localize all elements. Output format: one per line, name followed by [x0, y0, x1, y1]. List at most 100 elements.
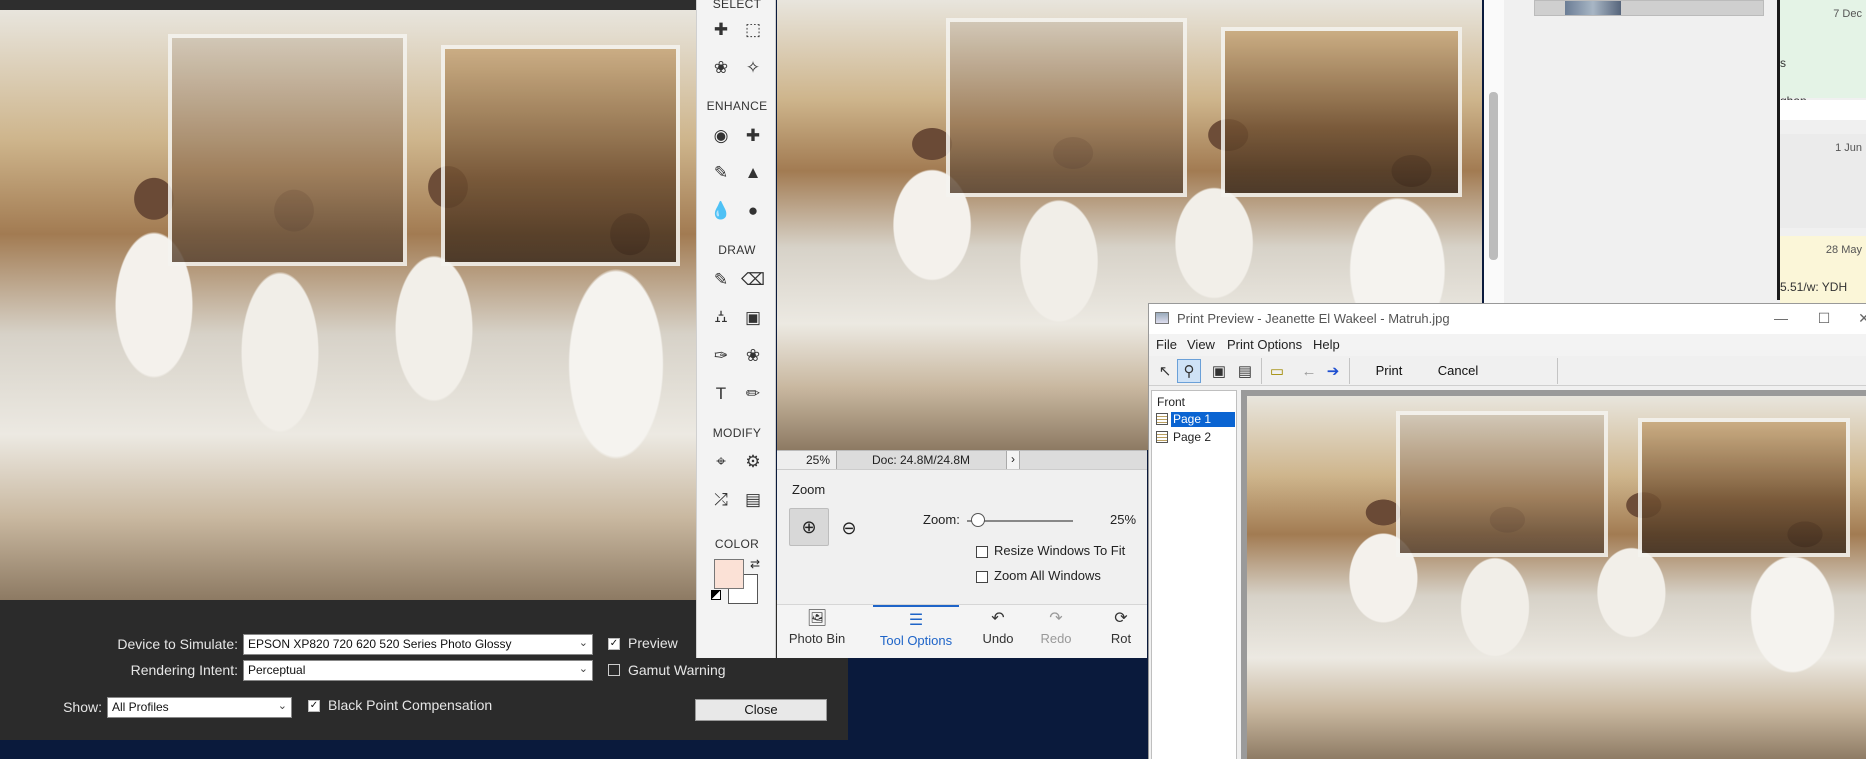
photo-bin-button[interactable]: 🖼 Photo Bin	[777, 605, 857, 659]
undo-label: Undo	[982, 631, 1014, 646]
fit-page-icon[interactable]: ▣	[1207, 359, 1231, 383]
status-zoom[interactable]: 25%	[777, 451, 837, 469]
calendar-cell[interactable]: 7 Dec s ghan	[1780, 0, 1866, 108]
undo-icon: ↶	[991, 610, 1005, 627]
preview-photo	[1247, 396, 1866, 759]
healing-brush-icon[interactable]: ✚	[739, 122, 767, 150]
device-value: EPSON XP820 720 620 520 Series Photo Glo…	[248, 637, 512, 651]
page-icon	[1156, 413, 1168, 425]
crop-tool-icon[interactable]: ⌖	[707, 448, 735, 476]
preview-toolbar: ↖ ⚲ ▣ ▤ ▭ ← ➔ Print Cancel	[1149, 356, 1866, 386]
next-page-icon[interactable]: ➔	[1321, 359, 1345, 383]
page-setup-icon[interactable]: ▭	[1265, 359, 1289, 383]
toolbar-separator	[1349, 358, 1350, 384]
intent-select[interactable]: Perceptual ⌄	[243, 660, 593, 681]
cell-text: 5.51/w: YDH	[1780, 280, 1848, 294]
lasso-tool-icon[interactable]: ❀	[707, 54, 735, 82]
brush-tool-icon[interactable]: ✎	[707, 266, 735, 294]
eyedropper-icon[interactable]: ✑	[707, 342, 735, 370]
thumbnail-row[interactable]	[1534, 0, 1764, 16]
print-preview-window: Print Preview - Jeanette El Wakeel - Mat…	[1148, 303, 1866, 759]
chevron-right-icon[interactable]: ›	[1006, 451, 1020, 469]
type-tool-icon[interactable]: T	[707, 380, 735, 408]
minimize-icon[interactable]: —	[1766, 308, 1796, 330]
recompose-tool-icon[interactable]: ⚙	[739, 448, 767, 476]
zoom-in-icon[interactable]: ⊕	[789, 508, 829, 546]
toolbar-separator	[1261, 358, 1262, 384]
zoom-out-icon[interactable]: ⊖	[835, 514, 863, 542]
rotate-button[interactable]: ⟳ Rot	[1095, 605, 1147, 659]
magic-wand-icon[interactable]: ✧	[739, 54, 767, 82]
device-label: Device to Simulate:	[117, 636, 238, 652]
thumbnail-image[interactable]	[1565, 1, 1621, 15]
menu-print-options[interactable]: Print Options	[1227, 337, 1302, 352]
swap-colors-icon[interactable]: ⇄	[750, 557, 760, 571]
section-draw: DRAW	[718, 243, 756, 257]
custom-shape-icon[interactable]: ❀	[739, 342, 767, 370]
rotate-icon: ⟳	[1114, 610, 1128, 627]
resize-windows-checkbox[interactable]	[976, 546, 988, 558]
magnifier-icon[interactable]: ⚲	[1177, 359, 1201, 383]
scrollbar-thumb[interactable]	[1489, 92, 1498, 260]
toolbox-panel: SELECT ✚ ⬚ ❀ ✧ ENHANCE ◉ ✚ ✎ ▲ 💧 ● DRAW …	[696, 0, 776, 658]
black-point-label: Black Point Compensation	[328, 697, 493, 713]
gradient-tool-icon[interactable]: ▣	[739, 304, 767, 332]
title-bar[interactable]: Print Preview - Jeanette El Wakeel - Mat…	[1149, 304, 1866, 334]
black-point-checkbox[interactable]: ✓	[308, 700, 320, 712]
paint-bucket-icon[interactable]: ⛼	[707, 304, 735, 332]
marquee-tool-icon[interactable]: ⬚	[739, 16, 767, 44]
show-value: All Profiles	[112, 700, 169, 714]
maximize-icon[interactable]: ☐	[1809, 308, 1839, 330]
cell-date: 28 May	[1825, 244, 1862, 256]
fit-image-icon[interactable]: ▤	[1233, 359, 1257, 383]
zoom-value: 25%	[1110, 512, 1137, 527]
zoom-all-windows-checkbox[interactable]	[976, 571, 988, 583]
calendar-cell[interactable]: 1 Jun	[1780, 134, 1866, 228]
pencil-tool-icon[interactable]: ✏	[739, 380, 767, 408]
previous-page-icon[interactable]: ←	[1297, 359, 1321, 383]
close-icon[interactable]: ✕	[1849, 308, 1866, 330]
section-modify: MODIFY	[712, 426, 762, 440]
content-move-icon[interactable]: ⤮	[707, 486, 735, 514]
eraser-tool-icon[interactable]: ⌫	[739, 266, 767, 294]
preview-checkbox[interactable]: ✓	[608, 638, 620, 650]
vertical-scrollbar[interactable]	[1484, 0, 1504, 310]
tool-options-button[interactable]: ☰ Tool Options	[873, 605, 959, 659]
blur-tool-icon[interactable]: 💧	[707, 197, 735, 225]
undo-button[interactable]: ↶ Undo	[969, 605, 1027, 659]
app-icon	[1155, 312, 1169, 324]
menu-view[interactable]: View	[1187, 337, 1215, 352]
page-icon	[1156, 431, 1168, 443]
tree-root[interactable]: Front	[1157, 395, 1185, 409]
menu-help[interactable]: Help	[1313, 337, 1340, 352]
sponge-tool-icon[interactable]: ●	[739, 197, 767, 225]
editor-photo-left[interactable]	[0, 10, 700, 600]
preview-label: Preview	[628, 635, 678, 651]
print-button[interactable]: Print	[1359, 359, 1419, 383]
calendar-cell[interactable]: 28 May 5.51/w: YDH	[1780, 236, 1866, 304]
preview-canvas[interactable]	[1241, 390, 1866, 759]
gamut-warning-checkbox[interactable]	[608, 664, 620, 676]
tree-page-1[interactable]: Page 1	[1170, 411, 1236, 428]
straighten-tool-icon[interactable]: ▤	[739, 486, 767, 514]
smart-brush-icon[interactable]: ✎	[707, 159, 735, 187]
clone-stamp-icon[interactable]: ▲	[739, 159, 767, 187]
show-select[interactable]: All Profiles ⌄	[107, 697, 292, 718]
rotate-label: Rot	[1110, 631, 1132, 646]
redo-button[interactable]: ↷ Redo	[1027, 605, 1085, 659]
status-doc-size: Doc: 24.8M/24.8M	[872, 453, 971, 467]
default-colors-icon[interactable]	[711, 590, 721, 600]
zoom-slider-handle[interactable]	[971, 513, 985, 527]
move-tool-icon[interactable]: ✚	[707, 16, 735, 44]
editor-title-strip	[0, 0, 700, 10]
close-button[interactable]: Close	[695, 699, 827, 721]
redo-label: Redo	[1040, 631, 1072, 646]
menu-file[interactable]: File	[1156, 337, 1177, 352]
tree-page-2[interactable]: Page 2	[1171, 430, 1213, 445]
device-select[interactable]: EPSON XP820 720 620 520 Series Photo Glo…	[243, 634, 593, 655]
section-select: SELECT	[712, 0, 762, 11]
cancel-button[interactable]: Cancel	[1423, 359, 1493, 383]
red-eye-tool-icon[interactable]: ◉	[707, 122, 735, 150]
pointer-icon[interactable]: ↖	[1153, 359, 1177, 383]
foreground-color-swatch[interactable]	[714, 559, 744, 589]
